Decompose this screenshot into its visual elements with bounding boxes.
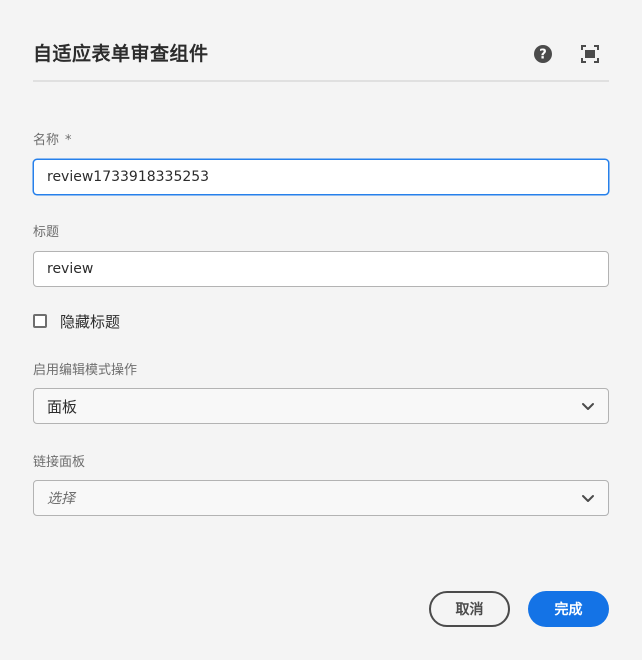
chevron-down-icon — [582, 495, 594, 502]
title-label: 标题 — [33, 225, 60, 240]
required-marker: * — [65, 133, 72, 148]
edit-mode-action-label: 启用编辑模式操作 — [33, 363, 138, 378]
name-input[interactable] — [33, 159, 609, 195]
help-icon[interactable]: ? — [533, 44, 553, 64]
dialog: 自适应表单审查组件 ? 名称* 标题 隐藏标题 启用编辑模式操作 面板 — [0, 0, 642, 660]
svg-text:?: ? — [539, 48, 547, 63]
title-input[interactable] — [33, 251, 609, 287]
dialog-header: 自适应表单审查组件 ? — [33, 36, 609, 80]
chevron-down-icon — [582, 403, 594, 410]
hide-title-label: 隐藏标题 — [60, 312, 121, 331]
linked-panels-placeholder: 选择 — [47, 491, 75, 507]
hide-title-checkbox[interactable] — [33, 314, 47, 328]
hide-title-checkbox-row[interactable]: 隐藏标题 — [33, 311, 120, 331]
cancel-button[interactable]: 取消 — [429, 591, 510, 627]
fullscreen-icon[interactable] — [580, 44, 600, 64]
linked-panels-label: 链接面板 — [33, 455, 86, 470]
edit-mode-action-select[interactable]: 面板 — [33, 388, 609, 424]
edit-mode-action-value: 面板 — [47, 397, 78, 416]
linked-panels-select[interactable]: 选择 — [33, 480, 609, 516]
header-divider — [33, 80, 609, 82]
done-button[interactable]: 完成 — [528, 591, 609, 627]
name-label: 名称 * — [33, 133, 72, 148]
dialog-title: 自适应表单审查组件 — [33, 43, 209, 65]
